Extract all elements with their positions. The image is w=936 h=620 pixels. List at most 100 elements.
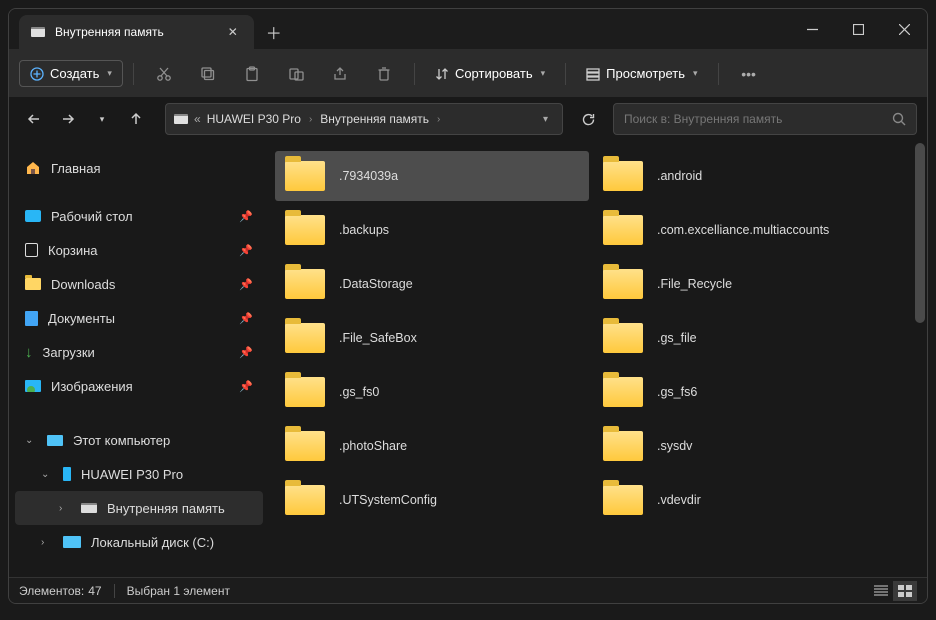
drive-icon [174, 114, 188, 124]
file-item[interactable]: .gs_fs0 [275, 367, 589, 417]
sidebar-item-documents[interactable]: Документы 📌 [15, 301, 263, 335]
breadcrumb-dropdown[interactable]: ▾ [537, 108, 554, 131]
up-button[interactable] [121, 103, 151, 135]
tab-internal-storage[interactable]: Внутренняя память ✕ [19, 15, 254, 49]
sort-button[interactable]: Сортировать ▾ [425, 60, 555, 87]
sidebar-label: HUAWEI P30 Pro [81, 467, 183, 482]
paste-button[interactable] [232, 56, 272, 92]
folder-icon [285, 215, 325, 245]
share-button[interactable] [320, 56, 360, 92]
file-item[interactable]: .vdevdir [593, 475, 907, 525]
cut-button[interactable] [144, 56, 184, 92]
view-button[interactable]: Просмотреть ▾ [576, 60, 707, 87]
folder-icon [285, 431, 325, 461]
new-tab-button[interactable]: ＋ [254, 15, 294, 49]
sidebar-item-local-disk[interactable]: ›Локальный диск (C:) [15, 525, 263, 559]
sidebar-label: Изображения [51, 379, 133, 394]
image-icon [25, 380, 41, 392]
scrollbar-thumb[interactable] [915, 143, 925, 323]
file-item[interactable]: .File_Recycle [593, 259, 907, 309]
drive-icon [81, 503, 97, 513]
phone-icon [63, 467, 71, 481]
minimize-button[interactable] [789, 9, 835, 49]
sidebar-item-phone[interactable]: ⌄ HUAWEI P30 Pro [15, 457, 263, 491]
document-icon [25, 311, 38, 326]
file-name: .android [657, 169, 702, 183]
close-tab-icon[interactable]: ✕ [224, 23, 242, 41]
sidebar-label: Загрузки [43, 345, 95, 360]
file-item[interactable]: .DataStorage [275, 259, 589, 309]
chevron-down-icon[interactable]: ⌄ [41, 469, 53, 480]
file-item[interactable]: .backups [275, 205, 589, 255]
chevron-down-icon[interactable]: ⌄ [25, 435, 37, 446]
file-item[interactable]: .File_SafeBox [275, 313, 589, 363]
folder-icon [285, 485, 325, 515]
search-input[interactable] [624, 112, 884, 126]
folder-icon [603, 161, 643, 191]
file-item[interactable]: .photoShare [275, 421, 589, 471]
file-name: .7934039a [339, 169, 398, 183]
breadcrumb-part[interactable]: Внутренняя память [320, 112, 429, 126]
sidebar-label: Рабочий стол [51, 209, 133, 224]
file-name: .sysdv [657, 439, 692, 453]
scrollbar[interactable] [913, 141, 927, 577]
close-window-button[interactable] [881, 9, 927, 49]
sidebar-label: Документы [48, 311, 115, 326]
file-item[interactable]: .sysdv [593, 421, 907, 471]
file-item[interactable]: .android [593, 151, 907, 201]
file-name: .gs_fs6 [657, 385, 697, 399]
file-name: .vdevdir [657, 493, 701, 507]
search-box[interactable] [613, 103, 917, 135]
file-item[interactable]: .com.excelliance.multiaccounts [593, 205, 907, 255]
toolbar: Создать ▾ Сортировать ▾ Просмотреть ▾ ••… [9, 49, 927, 97]
sidebar-item-trash[interactable]: Корзина📌 [15, 233, 263, 267]
sidebar-label: Downloads [51, 277, 115, 292]
sidebar-item-desktop[interactable]: Рабочий стол📌 [15, 199, 263, 233]
forward-button[interactable] [53, 103, 83, 135]
file-name: .UTSystemConfig [339, 493, 437, 507]
pin-icon: 📌 [239, 346, 253, 359]
recent-button[interactable]: ▾ [87, 103, 117, 135]
breadcrumb[interactable]: « HUAWEI P30 Pro › Внутренняя память › ▾ [165, 103, 563, 135]
sidebar-item-internal-storage[interactable]: › Внутренняя память [15, 491, 263, 525]
file-explorer-window: Внутренняя память ✕ ＋ Создать ▾ Сортиров… [8, 8, 928, 604]
back-button[interactable] [19, 103, 49, 135]
trash-icon [25, 243, 38, 257]
file-item[interactable]: .gs_file [593, 313, 907, 363]
file-item[interactable]: .gs_fs6 [593, 367, 907, 417]
pin-icon: 📌 [239, 278, 253, 291]
desktop-icon [25, 210, 41, 222]
sidebar-item-zagruzki[interactable]: ↓Загрузки📌 [15, 335, 263, 369]
folder-icon [603, 485, 643, 515]
view-details-button[interactable] [869, 581, 893, 601]
file-item[interactable]: .UTSystemConfig [275, 475, 589, 525]
pin-icon: 📌 [239, 312, 253, 325]
create-label: Создать [50, 66, 99, 81]
refresh-button[interactable] [573, 103, 603, 135]
chevron-right-icon[interactable]: › [41, 537, 53, 548]
more-button[interactable]: ••• [729, 56, 769, 92]
view-icons-button[interactable] [893, 581, 917, 601]
file-name: .File_SafeBox [339, 331, 417, 345]
maximize-button[interactable] [835, 9, 881, 49]
sidebar-item-downloads[interactable]: Downloads 📌 [15, 267, 263, 301]
file-name: .com.excelliance.multiaccounts [657, 223, 829, 237]
file-item[interactable]: .7934039a [275, 151, 589, 201]
folder-icon [603, 269, 643, 299]
chevron-right-icon: › [437, 114, 440, 125]
create-button[interactable]: Создать ▾ [19, 60, 123, 87]
chevron-right-icon[interactable]: › [59, 503, 71, 514]
sidebar-item-home[interactable]: Главная [15, 151, 263, 185]
sidebar-item-this-pc[interactable]: ⌄Этот компьютер [15, 423, 263, 457]
delete-button[interactable] [364, 56, 404, 92]
rename-button[interactable] [276, 56, 316, 92]
folder-icon [603, 215, 643, 245]
copy-button[interactable] [188, 56, 228, 92]
search-icon [892, 112, 906, 126]
sidebar-item-images[interactable]: Изображения 📌 [15, 369, 263, 403]
folder-icon [285, 377, 325, 407]
file-name: .gs_file [657, 331, 697, 345]
pin-icon: 📌 [239, 380, 253, 393]
sidebar-label: Внутренняя память [107, 501, 225, 516]
breadcrumb-part[interactable]: HUAWEI P30 Pro [207, 112, 301, 126]
